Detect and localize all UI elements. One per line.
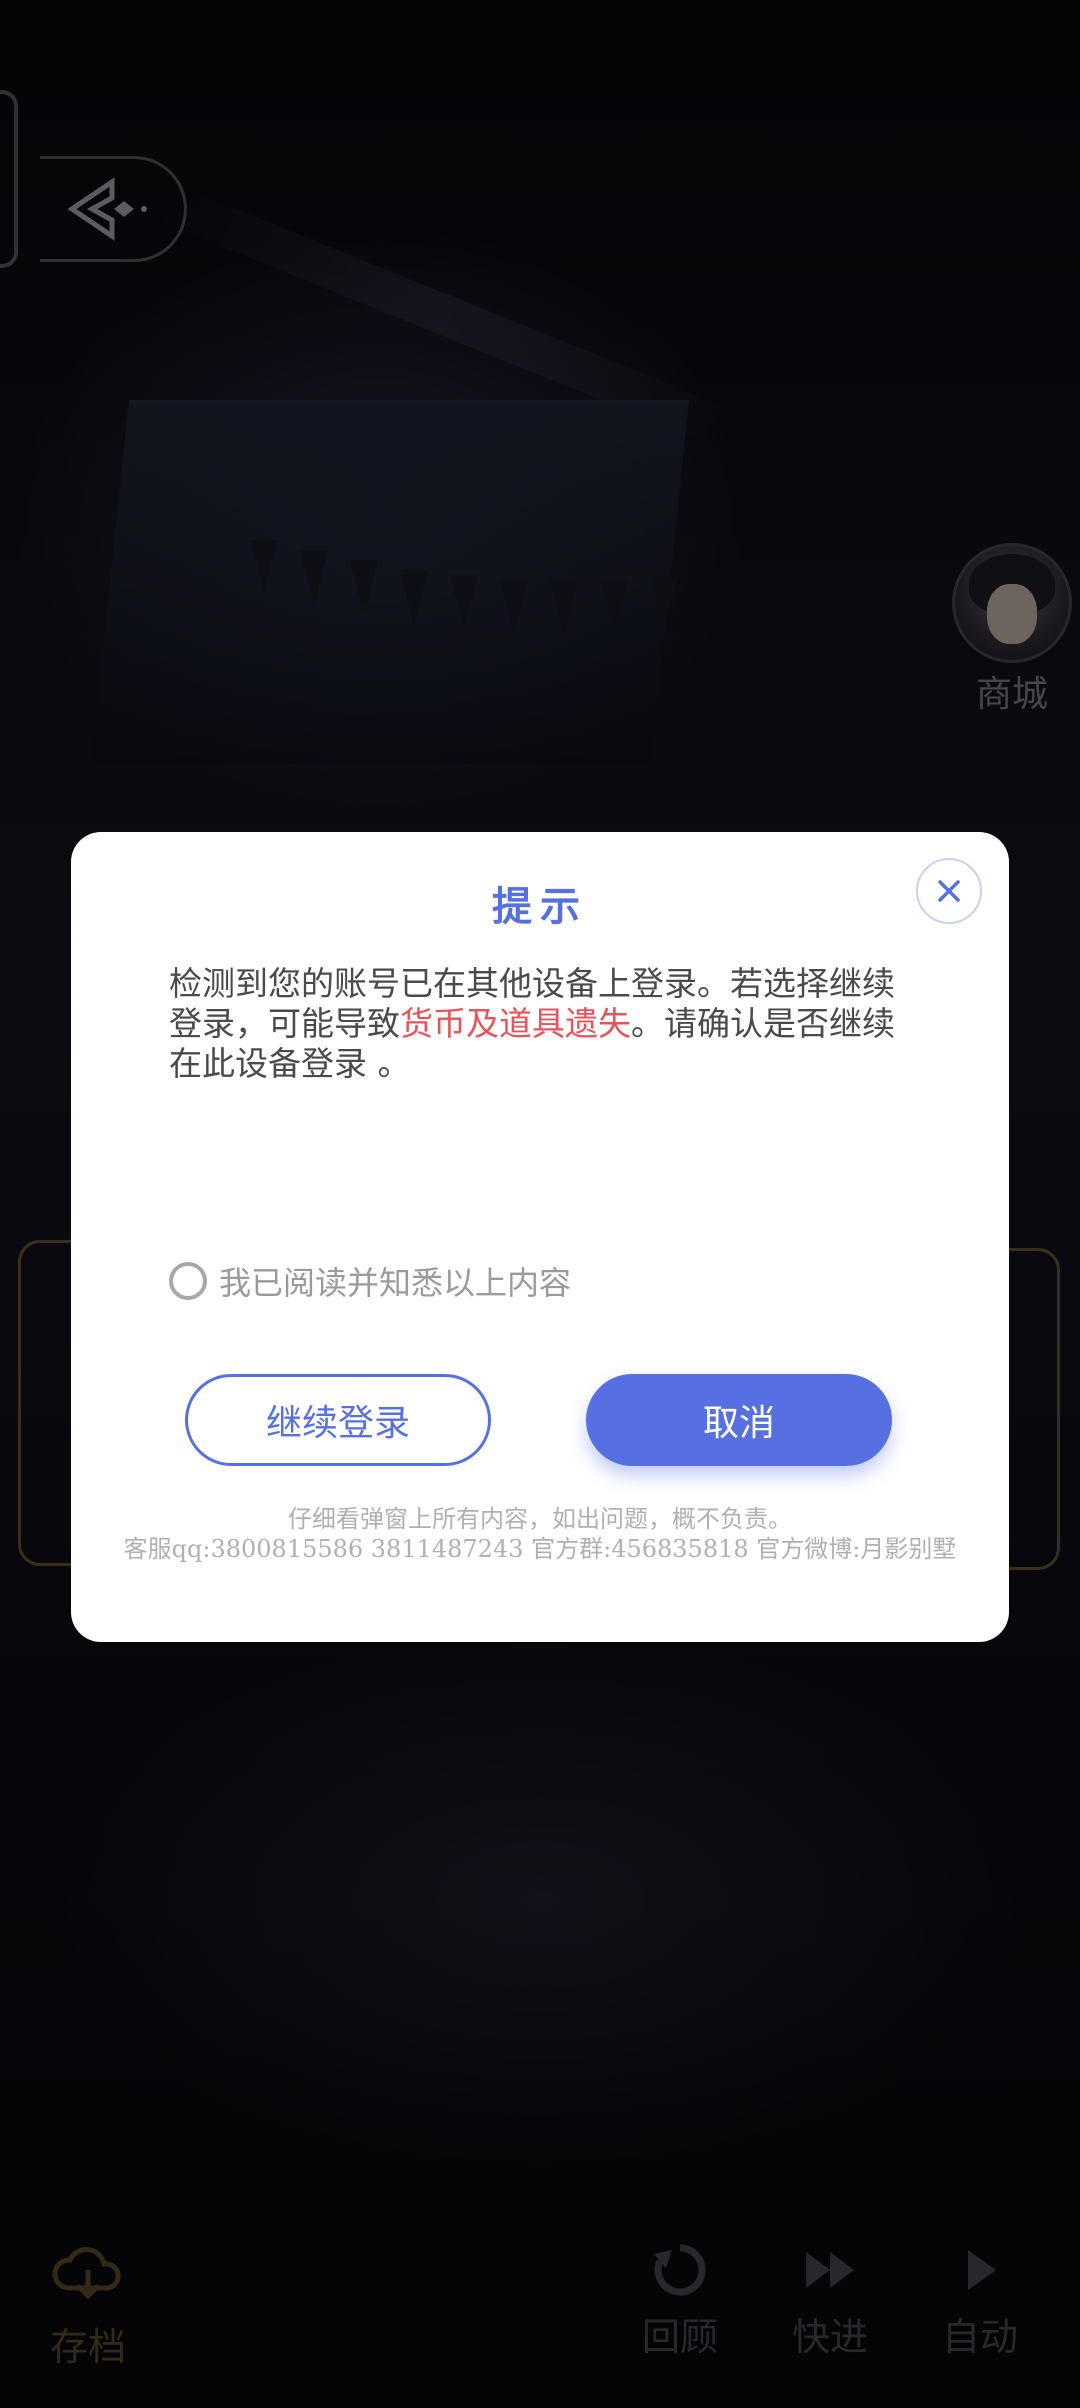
close-icon (938, 880, 960, 902)
continue-login-button[interactable]: 继续登录 (185, 1374, 491, 1466)
footer-disclaimer: 仔细看弹窗上所有内容，如出问题，概不负责。 (288, 1505, 792, 1533)
message-warning: 货币及道具遗失 (400, 1004, 631, 1043)
footer-contact: 客服qq:3800815586 3811487243 官方群:456835818… (123, 1535, 957, 1563)
dialog-message: 检测到您的账号已在其他设备上登录。若选择继续登录，可能导致货币及道具遗失。请确认… (169, 964, 909, 1084)
cancel-button[interactable]: 取消 (586, 1374, 892, 1466)
agree-label: 我已阅读并知悉以上内容 (219, 1264, 572, 1302)
dialog-footer: 仔细看弹窗上所有内容，如出问题，概不负责。 客服qq:3800815586 38… (71, 1504, 1009, 1564)
login-conflict-dialog: 提示 检测到您的账号已在其他设备上登录。若选择继续登录，可能导致货币及道具遗失。… (71, 832, 1009, 1642)
dialog-title: 提示 (492, 883, 588, 930)
agree-radio[interactable] (169, 1262, 207, 1300)
close-button[interactable] (916, 858, 982, 924)
agree-checkbox[interactable]: 我已阅读并知悉以上内容 (169, 1258, 571, 1304)
